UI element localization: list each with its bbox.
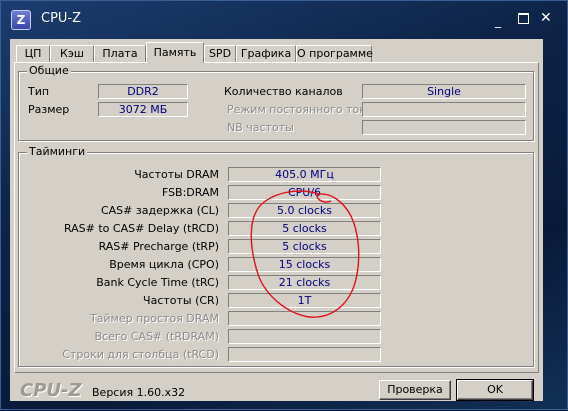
tab-memory[interactable]: Память	[146, 42, 204, 63]
timing-value: 5 clocks	[228, 239, 381, 254]
channels-label: Количество каналов	[224, 85, 343, 98]
channels-value: Single	[362, 84, 526, 99]
type-value: DDR2	[98, 84, 188, 99]
tab-about[interactable]: О программе	[296, 45, 373, 62]
timing-label: Частоты (CR)	[143, 294, 219, 307]
title-bar[interactable]: Z CPU-Z _ ✕	[1, 1, 567, 33]
dc-mode-value	[362, 102, 526, 117]
timing-value	[228, 347, 381, 362]
close-button[interactable]: ✕	[540, 11, 552, 25]
timing-value: 5 clocks	[228, 221, 381, 236]
client-area: ЦП Кэш Плата Память SPD Графика О програ…	[10, 39, 543, 401]
nb-freq-value	[362, 120, 526, 135]
version-text: Версия 1.60.x32	[92, 386, 186, 399]
tab-mainboard[interactable]: Плата	[94, 45, 146, 62]
timing-value: 21 clocks	[228, 275, 381, 290]
nb-freq-label: NB частоты	[227, 121, 294, 134]
timing-value	[228, 311, 381, 326]
maximize-icon	[518, 13, 529, 24]
timing-label: FSB:DRAM	[161, 186, 219, 199]
cpuz-window: Z CPU-Z _ ✕ ЦП Кэш Плата Память SPD Граф…	[0, 0, 568, 410]
timing-label: CAS# задержка (CL)	[100, 204, 219, 217]
tab-cache[interactable]: Кэш	[50, 45, 94, 62]
timing-label: RAS# to CAS# Delay (tRCD)	[63, 222, 219, 235]
timing-label: Таймер простоя DRAM	[89, 312, 219, 325]
ok-button[interactable]: OK	[456, 379, 534, 401]
timing-label: RAS# Precharge (tRP)	[98, 240, 219, 253]
tab-cpu[interactable]: ЦП	[16, 45, 50, 62]
timing-value: 405.0 МГц	[228, 167, 381, 182]
timings-group: Тайминги Частоты DRAM 405.0 МГц FSB:DRAM CP…	[18, 145, 534, 367]
timing-label: Bank Cycle Time (tRC)	[96, 276, 219, 289]
timing-value: 1T	[228, 293, 381, 308]
app-icon[interactable]: Z	[11, 10, 31, 30]
size-label: Размер	[28, 103, 70, 116]
timing-label: Строки для столбца (tRCD)	[62, 348, 219, 361]
timing-value	[228, 329, 381, 344]
timing-value: 15 clocks	[228, 257, 381, 272]
general-legend: Общие	[27, 64, 71, 78]
minimize-button[interactable]: _	[495, 15, 501, 27]
memory-panel: Общие Тип DDR2 Размер 3072 МБ Количество…	[14, 62, 539, 373]
tab-graphics[interactable]: Графика	[236, 45, 296, 62]
timing-label: Частоты DRAM	[134, 168, 219, 181]
window-title: CPU-Z	[41, 11, 82, 26]
timing-label: Время цикла (CPO)	[109, 258, 219, 271]
timing-value: 5.0 clocks	[228, 203, 381, 218]
tab-spd[interactable]: SPD	[204, 45, 236, 62]
timing-label: Всего CAS# (tRDRAM)	[94, 330, 220, 343]
maximize-button[interactable]	[518, 13, 529, 24]
dc-mode-label: Режим постоянного тока	[227, 103, 373, 116]
timings-legend: Тайминги	[27, 145, 88, 159]
timing-value: CPU/6	[228, 185, 381, 200]
validate-button[interactable]: Проверка	[379, 380, 451, 400]
general-group: Общие Тип DDR2 Размер 3072 МБ Количество…	[18, 64, 534, 141]
size-value: 3072 МБ	[98, 102, 188, 117]
type-label: Тип	[28, 85, 50, 98]
cpuz-logo: CPU-Z	[20, 380, 82, 401]
